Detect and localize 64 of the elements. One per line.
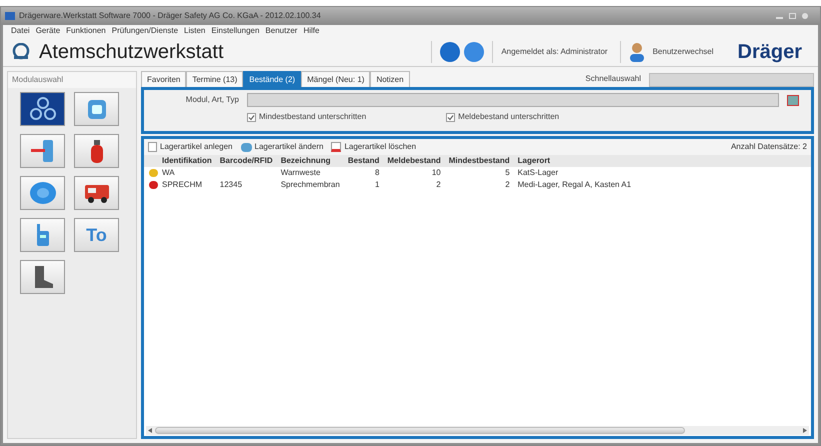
mask-icon — [28, 96, 58, 122]
checkbox[interactable] — [446, 112, 456, 122]
scroll-left-icon[interactable] — [148, 428, 153, 433]
tab[interactable]: Notizen — [370, 71, 410, 87]
menu-item[interactable]: Hilfe — [303, 25, 320, 37]
menu-item[interactable]: Geräte — [36, 25, 60, 37]
menu-item[interactable]: Einstellungen — [211, 25, 260, 37]
menu-item[interactable]: Listen — [184, 25, 206, 37]
checkbox-label: Meldebestand unterschritten — [458, 111, 560, 123]
checkbox[interactable] — [247, 112, 256, 122]
toolbar-button[interactable]: Lagerartikel anlegen — [148, 141, 232, 153]
tab[interactable]: Bestände (2) — [243, 71, 302, 87]
table-cell: SPRECHM — [158, 179, 216, 191]
column-header[interactable]: Lagerort — [514, 155, 636, 167]
table-cell-text: 12345 — [218, 179, 244, 191]
record-count: Anzahl Datensätze: 2 — [730, 141, 807, 153]
tab[interactable]: Mängel (Neu: 1) — [301, 71, 370, 87]
menu-item[interactable]: Benutzer — [265, 25, 298, 37]
table-cell-text: KatS-Lager — [516, 167, 560, 179]
table-cell-text: 10 — [430, 167, 442, 179]
table-cell: WA — [158, 167, 216, 179]
tab[interactable]: Favoriten — [141, 71, 186, 87]
column-header[interactable]: Bestand — [344, 155, 384, 167]
menu-item[interactable]: Prüfungen/Dienste — [112, 25, 178, 37]
document-icon — [148, 142, 157, 152]
module-button[interactable] — [20, 260, 65, 294]
app-icon — [5, 12, 15, 20]
table-cell-text: 2 — [504, 179, 511, 191]
menu-item[interactable]: Datei — [11, 25, 30, 37]
filter-label: Modul, Art, Typ — [184, 94, 240, 106]
switch-user-button[interactable]: Benutzerwechsel — [652, 46, 714, 58]
column-header[interactable]: Barcode/RFID — [216, 155, 277, 167]
tab[interactable]: Termine (13) — [186, 71, 244, 87]
type-field[interactable] — [247, 93, 779, 107]
module-button[interactable] — [74, 176, 119, 210]
window-title: Drägerware.Werkstatt Software 7000 - Dräger Safety AG Co. KGaA - 2012.02.100.34 — [19, 10, 321, 22]
user-icon — [628, 42, 645, 62]
quick-select-field[interactable] — [649, 73, 814, 87]
quick-select-label: Schnellauswahl — [585, 73, 641, 85]
app-title: Atemschutzwerkstatt — [39, 40, 224, 64]
scroll-right-icon[interactable] — [802, 428, 807, 433]
column-header[interactable]: Meldebestand — [383, 155, 445, 167]
horizontal-scrollbar[interactable] — [146, 426, 809, 435]
column-header[interactable]: Bezeichnung — [276, 155, 344, 167]
table-cell-text: Warnweste — [280, 167, 322, 179]
table-cell-text: 2 — [435, 179, 442, 191]
disc-icon — [28, 180, 58, 206]
delete-document-icon — [331, 142, 342, 152]
login-status: Angemeldet als: Administrator — [501, 46, 608, 58]
table-cell-text: Medi-Lager, Regal A, Kasten A1 — [516, 179, 632, 191]
brand-logo: Dräger — [738, 40, 802, 64]
checkbox-label: Mindestbestand unterschritten — [259, 111, 366, 123]
panel-title: Modulauswahl — [8, 72, 136, 88]
column-header[interactable]: Identifikation — [158, 155, 216, 167]
toolbar-button[interactable]: Lagerartikel ändern — [240, 141, 324, 153]
mask-logo-icon — [11, 42, 31, 60]
table-cell-text: Sprechmembran — [280, 179, 341, 191]
container-icon — [86, 97, 108, 121]
menu-item[interactable]: Funktionen — [66, 25, 106, 37]
toolbar-button[interactable]: Lagerartikel löschen — [331, 141, 416, 153]
column-header[interactable]: Mindestbestand — [444, 155, 514, 167]
table-cell-text: 8 — [374, 167, 380, 179]
table-cell-text: 5 — [504, 167, 511, 179]
table-cell-text: 1 — [374, 179, 380, 191]
